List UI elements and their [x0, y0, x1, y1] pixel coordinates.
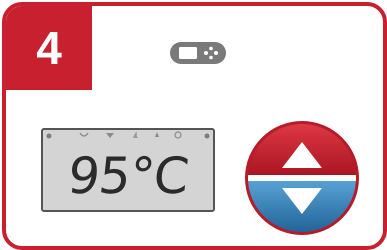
stars-icon: [155, 132, 159, 137]
temperature-display: 95°C: [41, 128, 215, 212]
leaf-icon: [106, 133, 114, 138]
heat-icon: [79, 132, 89, 137]
instruction-card: 4 95°C: [2, 2, 387, 250]
indicator-dot-icon: [204, 133, 210, 139]
flame-icon: [133, 132, 138, 138]
step-number-badge: 4: [6, 6, 92, 90]
remote-control-icon: [170, 42, 226, 64]
temperature-readout: 95°C: [65, 147, 191, 205]
timer-icon: [174, 131, 182, 139]
up-down-button-icon[interactable]: [241, 120, 363, 236]
indicator-dot-icon: [46, 133, 52, 139]
